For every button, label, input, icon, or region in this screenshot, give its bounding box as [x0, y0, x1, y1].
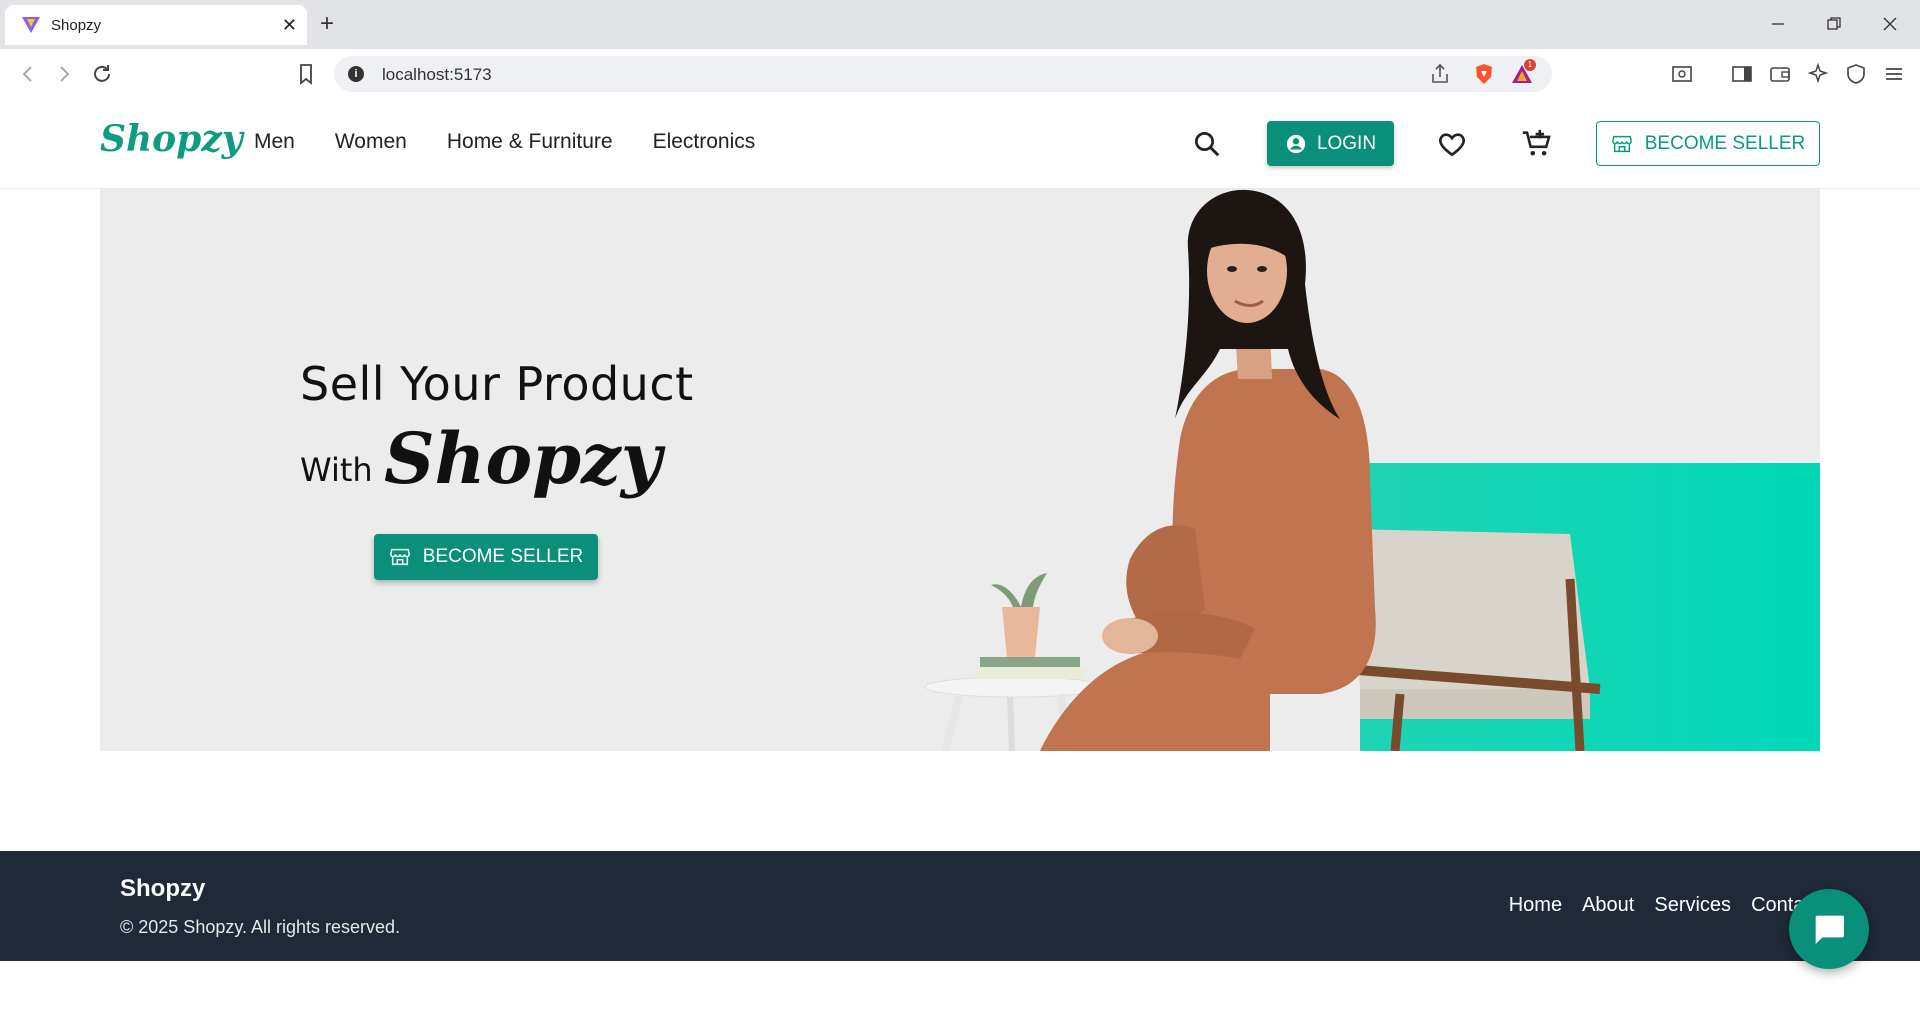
chat-bubble-icon [1815, 915, 1844, 944]
login-label: LOGIN [1316, 132, 1377, 154]
account-circle-icon [1286, 134, 1306, 153]
vpn-shield-icon[interactable] [1844, 62, 1868, 86]
new-tab-icon[interactable]: + [320, 10, 334, 38]
menu-icon[interactable] [1882, 62, 1906, 86]
hero-banner: Sell Your Product With Shopzy BECOME SEL… [100, 189, 1820, 751]
close-window-icon[interactable] [1882, 16, 1898, 32]
nav-men[interactable]: Men [254, 130, 295, 154]
storefront-icon [1611, 135, 1632, 152]
forward-icon[interactable] [52, 62, 76, 86]
chat-button[interactable] [1789, 889, 1869, 969]
footer-link-services[interactable]: Services [1654, 894, 1731, 917]
hero-headline: Sell Your Product [300, 357, 694, 411]
browser-tab-bar: Shopzy ✕ + [0, 0, 1920, 49]
nav-women[interactable]: Women [335, 130, 407, 154]
leo-ai-icon[interactable] [1806, 62, 1830, 86]
share-icon[interactable] [1428, 62, 1452, 86]
sidebar-icon[interactable] [1730, 62, 1754, 86]
main-nav: Men Women Home & Furniture Electronics [254, 130, 795, 154]
browser-tab[interactable]: Shopzy ✕ [5, 5, 307, 45]
footer-copyright: © 2025 Shopzy. All rights reserved. [120, 917, 401, 937]
footer-links: Home About Services Contact [1509, 894, 1820, 917]
minimize-icon[interactable] [1770, 16, 1786, 32]
restore-icon[interactable] [1826, 16, 1842, 32]
brand-logo[interactable]: Shopzy [100, 118, 243, 160]
site-info-icon[interactable]: i [348, 66, 364, 82]
hero-woman-illustration [924, 189, 1601, 751]
footer-brand: Shopzy [120, 875, 206, 902]
tab-search-icon[interactable] [1670, 62, 1694, 86]
reload-icon[interactable] [90, 62, 114, 86]
url-text: localhost:5173 [382, 65, 492, 84]
rewards-badge: 1 [1524, 59, 1536, 71]
hero-with-text: With [300, 451, 373, 489]
cart-add-icon[interactable] [1517, 124, 1557, 164]
tab-title: Shopzy [51, 16, 102, 34]
wallet-icon[interactable] [1768, 62, 1792, 86]
search-icon[interactable] [1187, 124, 1227, 164]
wishlist-heart-icon[interactable] [1432, 124, 1472, 164]
become-seller-header-label: BECOME SELLER [1644, 132, 1806, 154]
site-header: Shopzy Men Women Home & Furniture Electr… [0, 100, 1920, 189]
site-footer: Shopzy © 2025 Shopzy. All rights reserve… [0, 851, 1920, 961]
hero-brand-script: Shopzy [384, 417, 662, 500]
brave-shields-icon[interactable] [1472, 62, 1496, 86]
footer-link-home[interactable]: Home [1509, 894, 1562, 917]
become-seller-hero-label: BECOME SELLER [422, 546, 584, 567]
tab-close-icon[interactable]: ✕ [282, 15, 297, 36]
nav-home-furniture[interactable]: Home & Furniture [447, 130, 613, 154]
become-seller-header-button[interactable]: BECOME SELLER [1596, 121, 1820, 166]
address-bar[interactable]: i localhost:5173 1 [334, 56, 1552, 92]
bookmark-icon[interactable] [294, 62, 318, 86]
become-seller-hero-button[interactable]: BECOME SELLER [374, 534, 598, 580]
browser-toolbar: i localhost:5173 1 [0, 49, 1920, 101]
nav-electronics[interactable]: Electronics [653, 130, 756, 154]
login-button[interactable]: LOGIN [1267, 121, 1394, 166]
vite-favicon-icon [22, 17, 40, 33]
footer-link-about[interactable]: About [1582, 894, 1634, 917]
storefront-icon [389, 548, 410, 566]
back-icon[interactable] [16, 62, 40, 86]
